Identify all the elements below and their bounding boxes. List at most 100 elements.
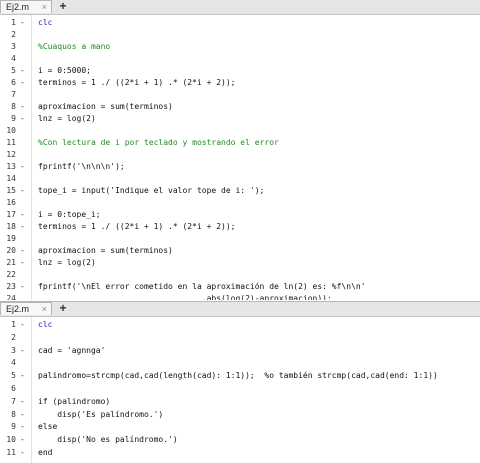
line-number: 19 — [6, 234, 16, 243]
line-number: 10 — [6, 435, 16, 445]
line-number: 10 — [6, 126, 16, 135]
breakpoint-marker[interactable]: - — [20, 161, 28, 173]
code-area[interactable]: 1- clc 2 3 %Cuaquos a mano 4 5- i = 0:5000; 6- te… — [0, 15, 480, 300]
file-tab-label: Ej2.m — [6, 2, 30, 12]
line-number: 5 — [11, 371, 16, 381]
line-number: 5 — [11, 66, 16, 75]
code-line[interactable]: 19 — [0, 233, 480, 245]
code-line[interactable]: 14 — [0, 173, 480, 185]
code-line[interactable]: 2 — [0, 332, 480, 344]
code-text: lnz = log(2) — [38, 258, 96, 267]
editor-pane-bottom[interactable]: Ej2.m × + 1- clc 2 3- cad = 'agnnga' 4 5- palin… — [0, 301, 480, 463]
code-line[interactable]: 3- cad = 'agnnga' — [0, 345, 480, 357]
line-number: 21 — [6, 258, 16, 267]
breakpoint-marker[interactable]: - — [20, 101, 28, 113]
line-number: 12 — [6, 150, 16, 159]
line-number: 11 — [6, 448, 16, 457]
breakpoint-marker[interactable]: - — [20, 113, 28, 125]
breakpoint-marker[interactable]: - — [20, 221, 28, 233]
line-number: 14 — [6, 174, 16, 183]
code-line[interactable]: 6- terminos = 1 ./ ((2*i + 1) .* (2*i + 2… — [0, 77, 480, 89]
editor-pane-top[interactable]: Ej2.m × + 1- clc 2 3 %Cuaquos a mano 4 5- i = 0… — [0, 0, 480, 300]
code-line[interactable]: 9- lnz = log(2) — [0, 113, 480, 125]
add-tab-icon[interactable]: + — [56, 302, 70, 315]
code-line[interactable]: 1- clc — [0, 17, 480, 29]
code-line[interactable]: 21- lnz = log(2) — [0, 257, 480, 269]
code-line[interactable]: 4 — [0, 357, 480, 369]
add-tab-icon[interactable]: + — [56, 0, 70, 13]
code-line[interactable]: 4 — [0, 53, 480, 65]
code-text: terminos = 1 ./ ((2*i + 1) .* (2*i + 2))… — [38, 222, 236, 231]
breakpoint-marker[interactable]: - — [20, 17, 28, 29]
line-number: 17 — [6, 210, 16, 219]
code-text: ,abs(log(2)-aproximacion)); — [38, 294, 332, 300]
line-number: 20 — [6, 246, 16, 255]
breakpoint-marker[interactable]: - — [20, 185, 28, 197]
code-line[interactable]: 10- disp('No es palíndromo.') — [0, 434, 480, 446]
code-line[interactable]: 8- aproximacion = sum(terminos) — [0, 101, 480, 113]
tab-bar: Ej2.m × + — [0, 0, 480, 15]
code-line[interactable]: 12 — [0, 149, 480, 161]
breakpoint-marker[interactable]: - — [20, 245, 28, 257]
code-line[interactable]: 15- tope_i = input('Indique el valor tope… — [0, 185, 480, 197]
code-text: end — [38, 448, 53, 457]
code-line[interactable]: 16 — [0, 197, 480, 209]
code-text: fprintf('\n\n\n'); — [38, 162, 125, 171]
code-line[interactable]: 24 ,abs(log(2)-aproximacion)); — [0, 293, 480, 300]
code-line[interactable]: 17- i = 0:tope_i; — [0, 209, 480, 221]
code-text: clc — [38, 18, 53, 27]
code-line[interactable]: 2 — [0, 29, 480, 41]
breakpoint-marker[interactable]: - — [20, 409, 28, 421]
code-text: disp('No es palíndromo.') — [38, 435, 178, 445]
code-text: %Con lectura de i por teclado y mostrand… — [38, 138, 279, 147]
code-line[interactable]: 23- fprintf('\nEl error cometido en la ap… — [0, 281, 480, 293]
breakpoint-marker[interactable]: - — [20, 370, 28, 382]
code-line[interactable]: 18- terminos = 1 ./ ((2*i + 1) .* (2*i + … — [0, 221, 480, 233]
code-area[interactable]: 1- clc 2 3- cad = 'agnnga' 4 5- palindromo=strc… — [0, 317, 480, 463]
code-line[interactable]: 10 — [0, 125, 480, 137]
code-text: lnz = log(2) — [38, 114, 96, 123]
breakpoint-marker[interactable]: - — [20, 209, 28, 221]
file-tab[interactable]: Ej2.m × — [0, 302, 52, 315]
breakpoint-marker[interactable]: - — [20, 434, 28, 446]
code-line[interactable]: 5- palindromo=strcmp(cad,cad(length(cad):… — [0, 370, 480, 382]
code-line[interactable]: 5- i = 0:5000; — [0, 65, 480, 77]
breakpoint-marker[interactable]: - — [20, 77, 28, 89]
breakpoint-marker[interactable]: - — [20, 257, 28, 269]
code-line[interactable]: 13- fprintf('\n\n\n'); — [0, 161, 480, 173]
code-line[interactable]: 7- if (palindromo) — [0, 396, 480, 408]
line-number: 24 — [6, 294, 16, 300]
line-number: 11 — [6, 138, 16, 147]
code-line[interactable]: 20- aproximacion = sum(terminos) — [0, 245, 480, 257]
tab-bar: Ej2.m × + — [0, 302, 480, 317]
code-line[interactable]: 22 — [0, 269, 480, 281]
code-text: clc — [38, 320, 53, 329]
breakpoint-marker[interactable]: - — [20, 319, 28, 331]
code-line[interactable]: 3 %Cuaquos a mano — [0, 41, 480, 53]
code-text: disp('Es palíndromo.') — [38, 409, 164, 419]
line-number: 22 — [6, 270, 16, 279]
breakpoint-marker[interactable]: - — [20, 421, 28, 433]
code-line[interactable]: 11 %Con lectura de i por teclado y mostra… — [0, 137, 480, 149]
breakpoint-marker[interactable]: - — [20, 396, 28, 408]
close-tab-icon[interactable]: × — [42, 303, 47, 315]
breakpoint-marker[interactable]: - — [20, 345, 28, 357]
code-line[interactable]: 11- end — [0, 447, 480, 459]
line-number: 16 — [6, 198, 16, 207]
close-tab-icon[interactable]: × — [42, 1, 47, 13]
code-text: tope_i = input('Indique el valor tope de… — [38, 186, 265, 195]
code-line[interactable]: 9- else — [0, 421, 480, 433]
file-tab[interactable]: Ej2.m × — [0, 0, 52, 13]
code-line[interactable]: 1- clc — [0, 319, 480, 331]
code-text: else — [38, 422, 58, 432]
breakpoint-marker[interactable]: - — [20, 447, 28, 459]
code-text: i = 0:tope_i; — [38, 210, 101, 219]
breakpoint-marker[interactable]: - — [20, 65, 28, 77]
breakpoint-marker[interactable]: - — [20, 281, 28, 293]
line-number: 7 — [11, 90, 16, 99]
code-text: aproximacion = sum(terminos) — [38, 102, 173, 111]
code-line[interactable]: 6 — [0, 383, 480, 395]
code-text: i = 0:5000; — [38, 66, 91, 75]
code-line[interactable]: 7 — [0, 89, 480, 101]
code-line[interactable]: 8- disp('Es palíndromo.') — [0, 409, 480, 421]
